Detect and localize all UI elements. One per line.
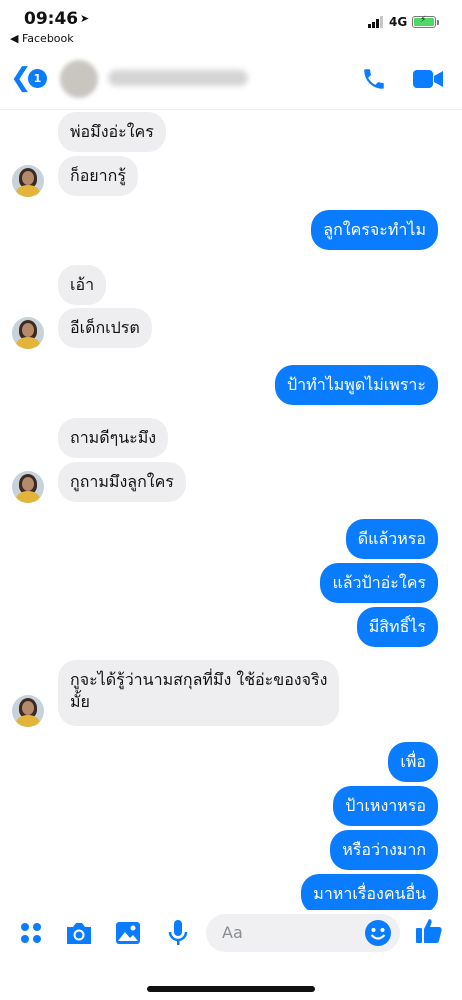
apps-grid-icon[interactable] [16,918,46,948]
battery-icon: ⚡ [412,15,436,28]
phone-icon[interactable] [361,66,387,92]
message-outgoing[interactable]: ป้าทำไมพูดไม่เพราะ [275,365,438,405]
sender-avatar[interactable] [12,695,44,727]
message-line: มั้ย [70,692,90,711]
message-list: พ่อมึงอ่ะใคร ก็อยากรู้ ลูกใครจะทำไม เอ้า… [0,110,462,914]
message-outgoing[interactable]: มีสิทธิ์ไร [356,607,438,647]
microphone-icon[interactable] [163,918,193,948]
message-incoming[interactable]: เอ้า [58,265,107,305]
sender-avatar[interactable] [12,471,44,503]
battery-cap [437,20,439,25]
thumbs-up-icon[interactable] [414,916,444,946]
message-input-placeholder: Aa [222,923,243,942]
emoji-icon[interactable] [364,919,392,947]
message-incoming[interactable]: ก็อยากรู้ [58,156,138,196]
message-incoming[interactable]: กูถามมึงลูกใคร [58,462,186,502]
composer-bar: Aa [0,910,462,1000]
message-outgoing[interactable]: ดีแล้วหรอ [345,519,438,559]
message-incoming[interactable]: อีเด็กเปรต [58,308,152,348]
message-outgoing[interactable]: แล้วป้าอ่ะใคร [320,563,438,603]
gallery-icon[interactable] [113,918,143,948]
message-outgoing[interactable]: มาหาเรื่องคนอื่น [301,874,438,914]
conversation-header: ❮ 1 [0,48,462,110]
network-type: 4G [389,15,408,29]
message-incoming[interactable]: ถามดีๆนะมึง [58,418,169,458]
message-outgoing[interactable]: เพื่อ [388,742,438,782]
message-incoming-multiline[interactable]: กูจะได้รู้ว่านามสกุลที่มึง ใช้อ่ะของจริง… [58,660,340,726]
home-indicator [147,986,315,992]
location-arrow-icon: ➤ [80,12,90,25]
message-outgoing[interactable]: หรือว่างมาก [330,830,438,870]
message-outgoing[interactable]: ป้าเหงาหรอ [333,786,438,826]
back-to-app-link[interactable]: ◀ Facebook [10,32,74,45]
sender-avatar[interactable] [12,317,44,349]
video-camera-icon[interactable] [413,68,443,90]
contact-name-redacted[interactable] [108,70,248,86]
unread-badge[interactable]: 1 [28,69,47,88]
message-input[interactable]: Aa [206,914,400,952]
message-line: กูจะได้รู้ว่านามสกุลที่มึง ใช้อ่ะของจริง [70,670,328,689]
signal-icon [368,16,383,28]
message-outgoing[interactable]: ลูกใครจะทำไม [311,210,438,250]
sender-avatar[interactable] [12,165,44,197]
camera-icon[interactable] [64,918,94,948]
message-incoming[interactable]: พ่อมึงอ่ะใคร [58,112,166,152]
contact-avatar[interactable] [60,60,98,98]
status-time: 09:46 [24,9,79,29]
status-bar: 09:46 ➤ ◀ Facebook 4G ⚡ [0,0,462,48]
